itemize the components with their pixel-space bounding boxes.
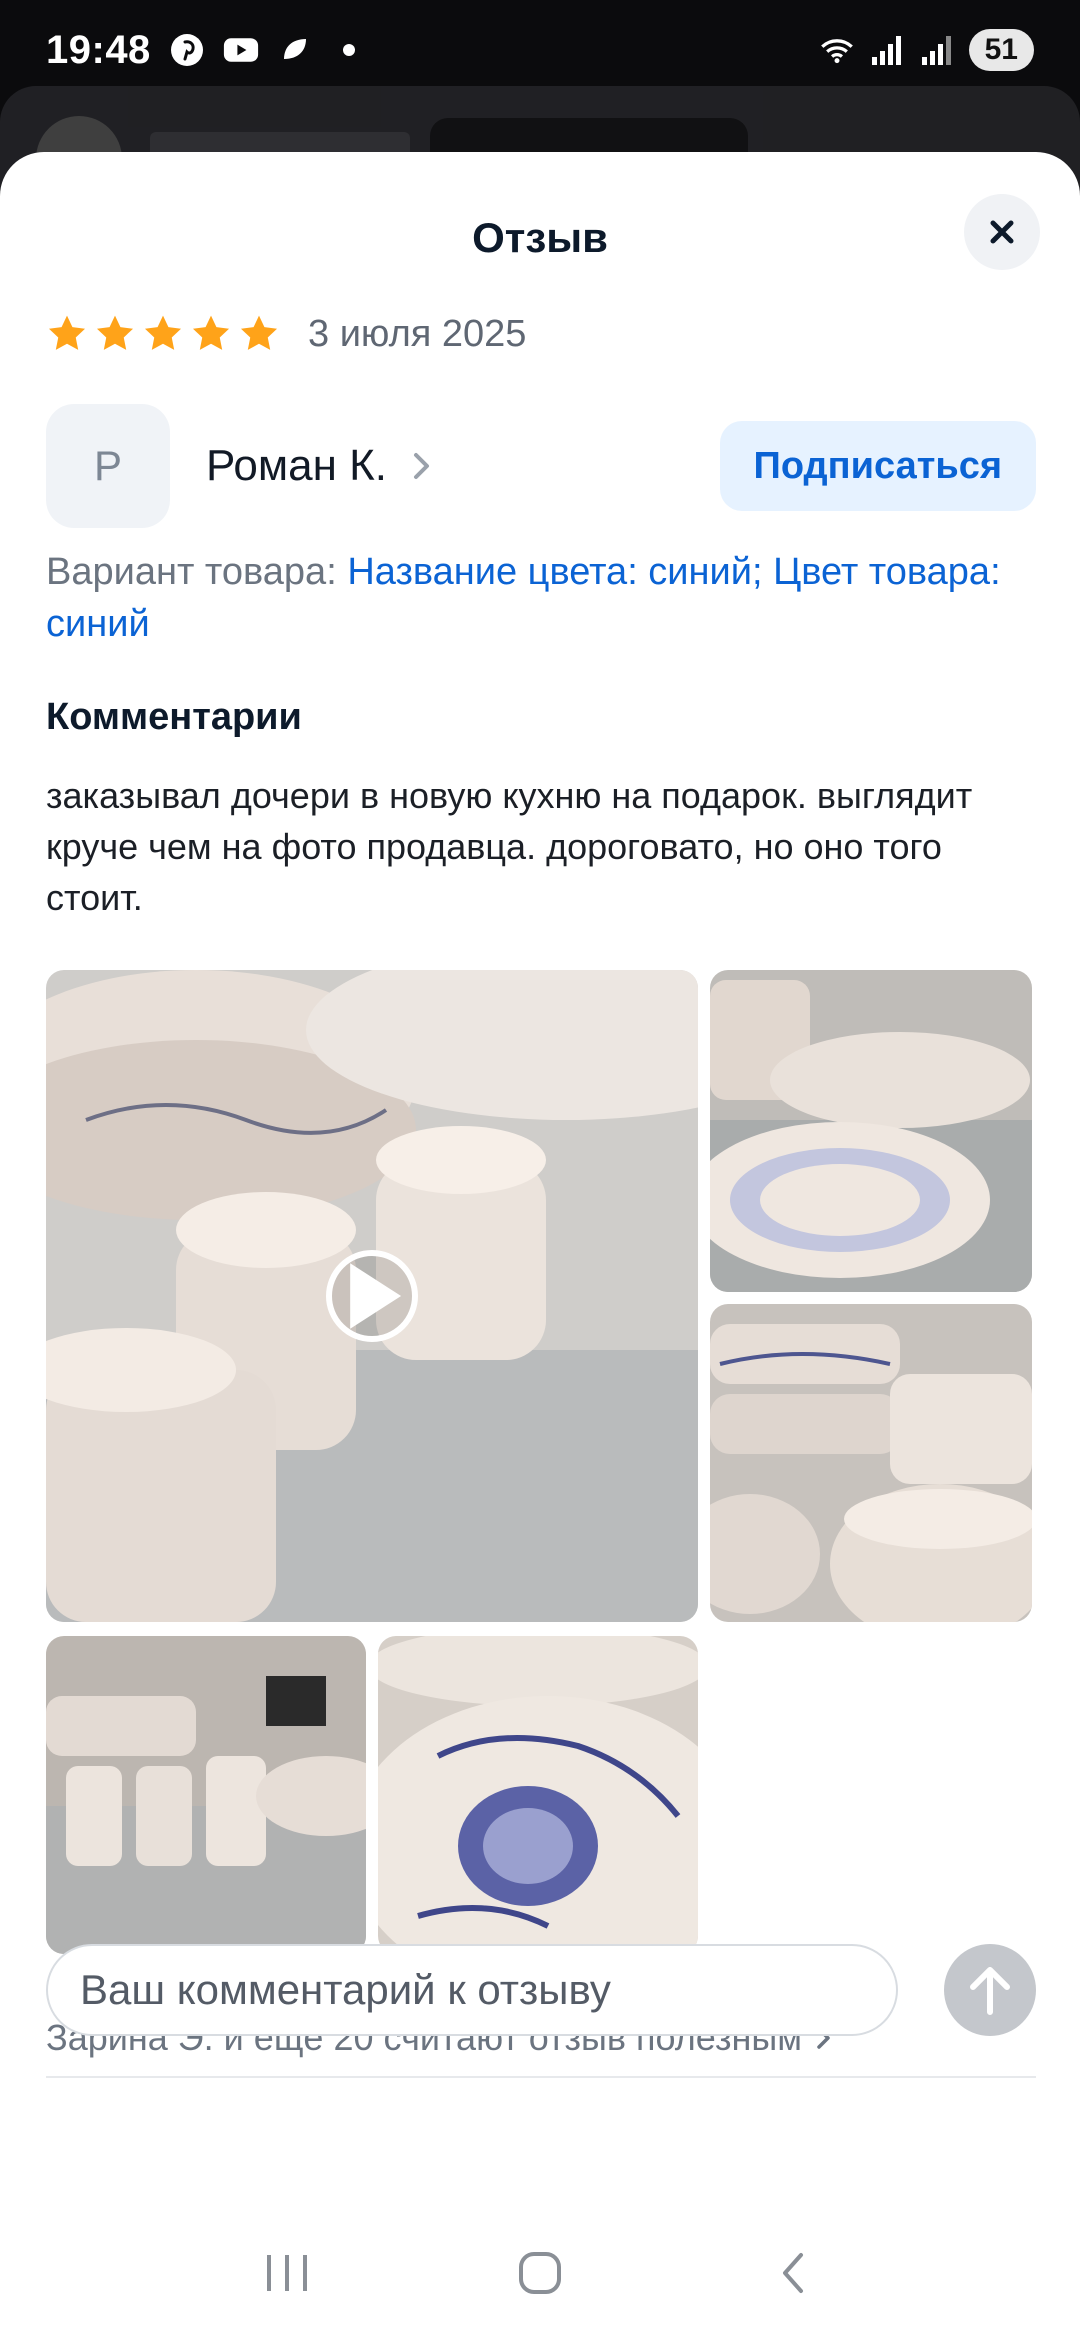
pinterest-icon [169, 32, 205, 68]
status-time: 19:48 [46, 27, 151, 72]
star-icon [48, 315, 86, 350]
subscribe-button[interactable]: Подписаться [719, 421, 1036, 511]
app-icon [277, 32, 313, 68]
author-name[interactable]: Роман К. [206, 441, 387, 491]
back-icon [783, 2253, 804, 2293]
divider [46, 2076, 1036, 2078]
status-right: 51 [819, 29, 1034, 71]
recent-apps-button[interactable] [247, 2233, 327, 2313]
comment-text: заказывал дочери в новую кухню на подаро… [46, 775, 973, 918]
photo-thumbnail [46, 1636, 366, 1954]
photo-thumbnail [710, 970, 1032, 1292]
play-button[interactable] [326, 1250, 418, 1342]
avatar[interactable]: Р [46, 404, 170, 528]
star-icon [192, 315, 230, 350]
rating-row: 3 июля 2025 [46, 304, 526, 364]
status-left: 19:48 [46, 28, 367, 73]
star-icon [96, 315, 134, 350]
review-photo[interactable] [46, 1636, 366, 1954]
signal-icon-2 [919, 32, 955, 68]
recent-apps-icon [266, 2255, 307, 2291]
review-photo[interactable] [710, 970, 1032, 1292]
product-variant: Вариант товара: Название цвета: синий; Ц… [46, 546, 1006, 650]
comments-heading: Комментарии [46, 696, 302, 738]
author-row: Р Роман К. Подписаться [46, 404, 1036, 528]
send-button[interactable] [944, 1944, 1036, 2036]
close-button[interactable] [964, 194, 1040, 270]
variant-label: Вариант товара: [46, 551, 348, 593]
arrow-up-icon [970, 1967, 1010, 2015]
signal-icon [869, 32, 905, 68]
wifi-icon [819, 32, 855, 68]
photo-thumbnail [710, 1304, 1032, 1622]
star-icon [144, 315, 182, 350]
battery-indicator: 51 [968, 29, 1034, 71]
close-icon [990, 220, 1014, 244]
chevron-right-icon[interactable] [411, 451, 433, 481]
system-nav-bar [0, 2218, 1080, 2328]
photo-thumbnail [378, 1636, 698, 1954]
play-icon [350, 1263, 402, 1329]
review-video[interactable] [46, 970, 698, 1622]
review-photo[interactable] [378, 1636, 698, 1954]
home-button[interactable] [500, 2233, 580, 2313]
sheet-title: Отзыв [472, 214, 608, 261]
home-icon [518, 2252, 561, 2294]
sheet-header: Отзыв [0, 198, 1080, 278]
comment-input[interactable] [46, 1944, 898, 2036]
youtube-icon [223, 32, 259, 68]
back-button[interactable] [753, 2233, 833, 2313]
avatar-initial: Р [93, 442, 122, 489]
status-bar: 19:48 51 [0, 0, 1080, 100]
review-date: 3 июля 2025 [308, 312, 527, 355]
star-icon [240, 315, 278, 350]
review-photo[interactable] [710, 1304, 1032, 1622]
dot-icon [331, 32, 367, 68]
